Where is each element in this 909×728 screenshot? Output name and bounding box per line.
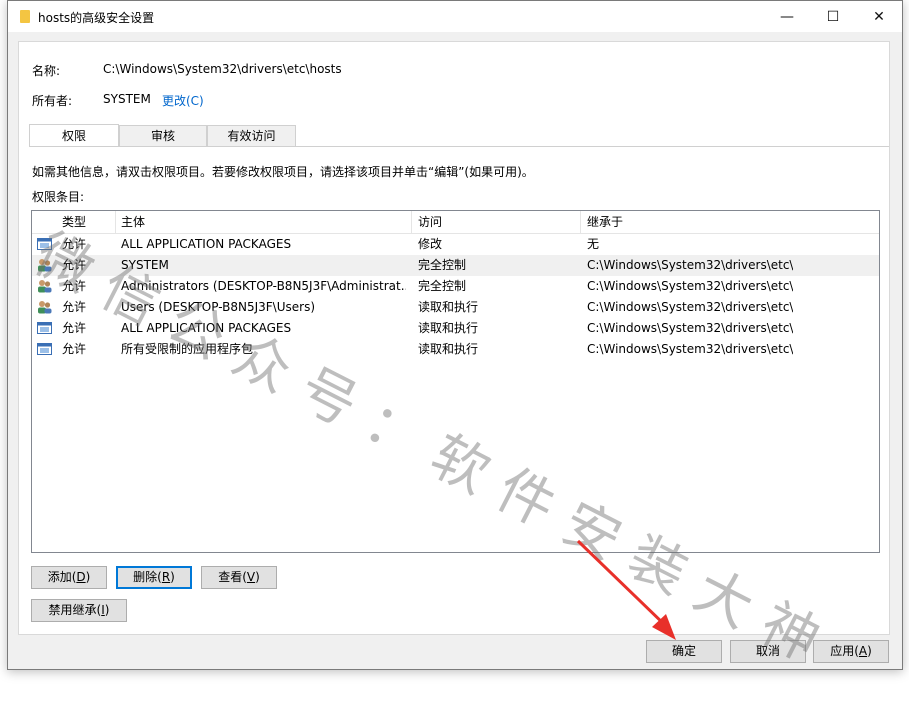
red-arrow-annotation xyxy=(576,539,676,640)
